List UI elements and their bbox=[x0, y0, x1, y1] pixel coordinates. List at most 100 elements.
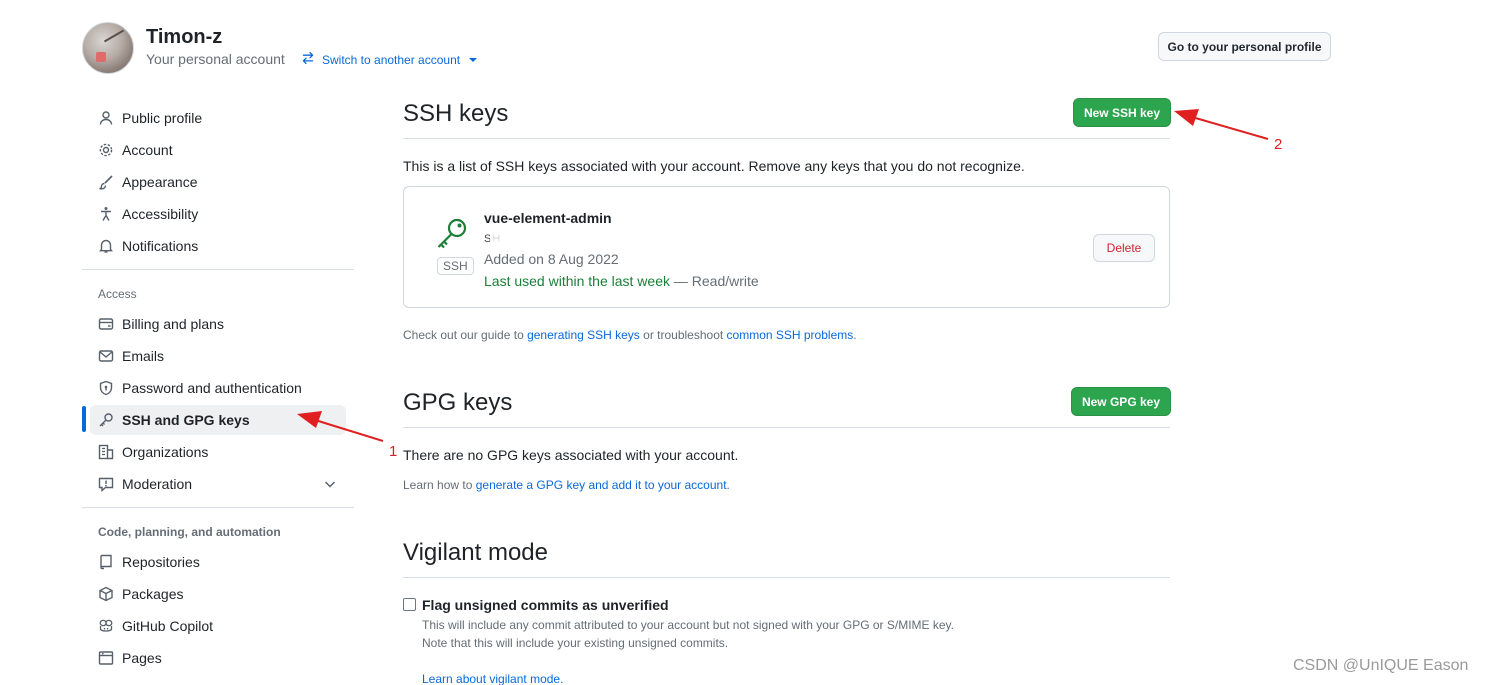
flag-unsigned-commits-checkbox[interactable] bbox=[403, 598, 416, 611]
sidebar-item-emails[interactable]: Emails bbox=[90, 341, 346, 371]
chevron-down-icon[interactable] bbox=[322, 476, 338, 492]
browser-icon bbox=[98, 650, 114, 666]
repo-icon bbox=[98, 554, 114, 570]
section-divider bbox=[403, 427, 1170, 428]
sidebar-heading-code: Code, planning, and automation bbox=[98, 525, 281, 539]
key-icon bbox=[98, 412, 114, 428]
ssh-key-access: — Read/write bbox=[670, 273, 759, 289]
ssh-key-item: SSH vue-element-admin SH Added on 8 Aug … bbox=[403, 186, 1170, 308]
mail-icon bbox=[98, 348, 114, 364]
sidebar-item-label: Organizations bbox=[122, 444, 209, 460]
watermark: CSDN @UnIQUE Eason bbox=[1293, 657, 1469, 674]
sidebar-item-label: Appearance bbox=[122, 174, 198, 190]
switch-account-button[interactable]: Switch to another account bbox=[301, 51, 478, 68]
ssh-key-fingerprint: SH bbox=[484, 233, 820, 245]
section-divider bbox=[403, 577, 1170, 578]
sidebar-item-password[interactable]: Password and authentication bbox=[90, 373, 346, 403]
redaction-overlay bbox=[490, 233, 820, 243]
gear-icon bbox=[98, 142, 114, 158]
sidebar-heading-access: Access bbox=[98, 287, 137, 301]
account-subtitle: Your personal account bbox=[146, 51, 285, 67]
sidebar-item-label: Password and authentication bbox=[122, 380, 302, 396]
vigilant-desc-2: Note that this will include your existin… bbox=[422, 636, 729, 650]
vigilant-desc-1: This will include any commit attributed … bbox=[422, 618, 955, 632]
sidebar-item-organizations[interactable]: Organizations bbox=[90, 437, 346, 467]
copilot-icon bbox=[98, 618, 114, 634]
paintbrush-icon bbox=[98, 174, 114, 190]
new-ssh-key-button[interactable]: New SSH key bbox=[1073, 98, 1171, 127]
ssh-badge: SSH bbox=[437, 257, 474, 275]
delete-ssh-key-button[interactable]: Delete bbox=[1093, 234, 1155, 262]
section-divider bbox=[403, 138, 1170, 139]
avatar[interactable] bbox=[82, 22, 134, 74]
flag-unsigned-commits-label[interactable]: Flag unsigned commits as unverified bbox=[422, 597, 669, 613]
active-indicator bbox=[82, 406, 86, 432]
personal-profile-button[interactable]: Go to your personal profile bbox=[1158, 32, 1331, 61]
ssh-keys-title: SSH keys bbox=[403, 100, 509, 127]
arrow-switch-icon bbox=[301, 51, 315, 68]
annotation-marker-2: 2 bbox=[1274, 136, 1283, 153]
gpg-learn-text: Learn how to generate a GPG key and add … bbox=[403, 478, 730, 492]
sidebar-divider bbox=[82, 269, 354, 270]
settings-page: Timon-z Your personal account Switch to … bbox=[0, 0, 1487, 685]
ssh-key-usage: Last used within the last week — Read/wr… bbox=[484, 273, 759, 289]
sidebar-item-packages[interactable]: Packages bbox=[90, 579, 346, 609]
common-ssh-problems-link[interactable]: common SSH problems bbox=[727, 328, 854, 342]
sidebar-item-billing[interactable]: Billing and plans bbox=[90, 309, 346, 339]
avatar-detail bbox=[96, 52, 106, 62]
sidebar-item-label: Moderation bbox=[122, 476, 193, 492]
guide-text: Check out our guide to bbox=[403, 328, 528, 342]
caret-down-icon bbox=[469, 57, 478, 62]
account-name[interactable]: Timon-z bbox=[146, 26, 222, 49]
key-icon bbox=[435, 217, 469, 251]
annotation-arrow-2 bbox=[1174, 109, 1269, 140]
report-icon bbox=[98, 476, 114, 492]
sidebar-item-label: Emails bbox=[122, 348, 165, 364]
person-icon bbox=[98, 110, 114, 126]
sidebar-item-notifications[interactable]: Notifications bbox=[90, 231, 346, 261]
guide-text: or troubleshoot bbox=[639, 328, 727, 342]
bell-icon bbox=[98, 238, 114, 254]
credit-card-icon bbox=[98, 316, 114, 332]
avatar-detail bbox=[103, 29, 125, 43]
sidebar-item-copilot[interactable]: GitHub Copilot bbox=[90, 611, 346, 641]
sidebar-item-label: Billing and plans bbox=[122, 316, 224, 332]
sidebar-item-pages[interactable]: Pages bbox=[90, 643, 346, 673]
ssh-description: This is a list of SSH keys associated wi… bbox=[403, 158, 1025, 174]
sidebar-item-label: Pages bbox=[122, 650, 162, 666]
sidebar-item-label: Account bbox=[122, 142, 173, 158]
accessibility-icon bbox=[98, 206, 114, 222]
shield-lock-icon bbox=[98, 380, 114, 396]
sidebar-item-label: GitHub Copilot bbox=[122, 618, 214, 634]
package-icon bbox=[98, 586, 114, 602]
sidebar-item-appearance[interactable]: Appearance bbox=[90, 167, 346, 197]
generate-gpg-key-link[interactable]: generate a GPG key and add it to your ac… bbox=[476, 478, 727, 492]
guide-text: . bbox=[853, 328, 857, 342]
annotation-marker-1: 1 bbox=[389, 443, 398, 460]
sidebar-item-label: Notifications bbox=[122, 238, 199, 254]
sidebar-item-public-profile[interactable]: Public profile bbox=[90, 103, 346, 133]
new-gpg-key-button[interactable]: New GPG key bbox=[1071, 387, 1171, 416]
vigilant-mode-title: Vigilant mode bbox=[403, 539, 548, 566]
sidebar-item-moderation[interactable]: Moderation bbox=[90, 469, 346, 499]
learn-text: Learn how to bbox=[403, 478, 476, 492]
sidebar-item-repositories[interactable]: Repositories bbox=[90, 547, 346, 577]
ssh-key-added-date: Added on 8 Aug 2022 bbox=[484, 251, 619, 267]
sidebar-divider bbox=[82, 507, 354, 508]
sidebar-item-label: Accessibility bbox=[122, 206, 199, 222]
sidebar-item-label: SSH and GPG keys bbox=[122, 412, 250, 428]
vigilant-mode-link[interactable]: Learn about vigilant mode. bbox=[422, 672, 563, 685]
generating-ssh-keys-link[interactable]: generating SSH keys bbox=[527, 328, 640, 342]
sidebar-item-label: Repositories bbox=[122, 554, 200, 570]
switch-account-label: Switch to another account bbox=[322, 52, 461, 67]
sidebar-item-ssh-gpg-keys[interactable]: SSH and GPG keys bbox=[90, 405, 346, 435]
sidebar-item-label: Packages bbox=[122, 586, 184, 602]
gpg-keys-title: GPG keys bbox=[403, 389, 513, 416]
learn-text: . bbox=[726, 478, 730, 492]
sidebar-item-account[interactable]: Account bbox=[90, 135, 346, 165]
sidebar-item-label: Public profile bbox=[122, 110, 203, 126]
ssh-key-title: vue-element-admin bbox=[484, 210, 612, 226]
ssh-key-last-used: Last used within the last week bbox=[484, 273, 670, 289]
sidebar-item-accessibility[interactable]: Accessibility bbox=[90, 199, 346, 229]
organization-icon bbox=[98, 444, 114, 460]
